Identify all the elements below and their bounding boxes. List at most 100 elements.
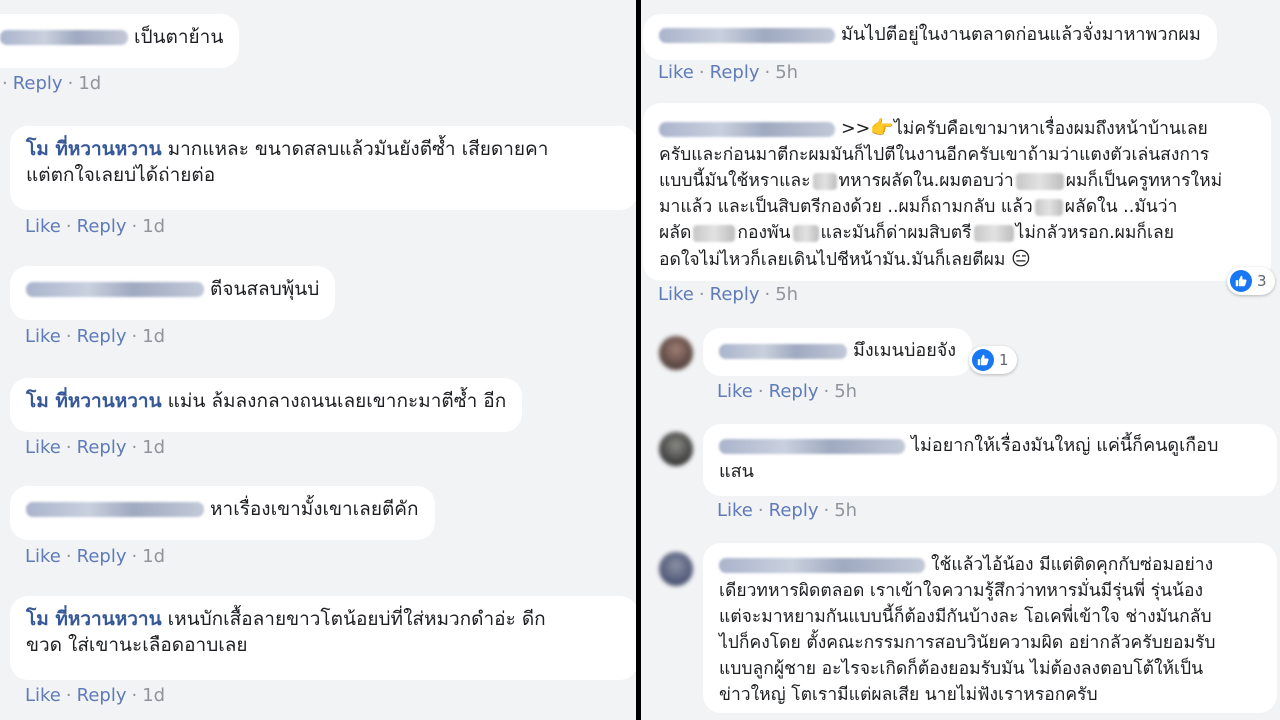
comment-text-line: และมันก็ด่าผมสิบตรี [820, 223, 972, 243]
avatar[interactable] [659, 552, 693, 586]
comment-text-line: มาแล้ว และเป็นสิบตรีกองด้วย ..ผมก็ถามกลั… [659, 197, 1033, 217]
comment-text: แม่น ล้มลงกลางถนนเลยเขากะมาตีซ้ำ อีก [167, 390, 507, 412]
like-link[interactable]: Like [717, 500, 753, 521]
thumbs-up-icon [972, 349, 994, 371]
reply-link[interactable]: Reply [77, 326, 127, 347]
censored-text [693, 224, 736, 242]
blurred-author-name[interactable] [659, 121, 835, 137]
blurred-author-name[interactable] [719, 438, 905, 454]
like-link[interactable]: Like [658, 284, 694, 305]
comment-text: มันไปตีอยู่ในงานตลาดก่อนแล้วจั่งมาหาพวกผ… [841, 24, 1201, 45]
comment-text-line: แต่ตกใจเลยบ่ได้ถ่ายต่อ [26, 164, 216, 186]
reaction-count[interactable]: 3 [1227, 267, 1275, 295]
comment-text: หาเรื่องเขามั้งเขาเลยตีคัก [210, 498, 419, 520]
comment-text-line: ผมก็เป็นครูทหารใหม่ [1065, 171, 1223, 191]
like-link[interactable]: Like [658, 62, 694, 83]
reply-link[interactable]: Reply [710, 62, 760, 83]
avatar[interactable] [659, 336, 693, 370]
pointing-hand-emoji: 👉 [870, 117, 894, 139]
comment-age[interactable]: 1d [142, 437, 165, 458]
like-link[interactable]: Like [717, 381, 753, 402]
censored-text [792, 224, 819, 242]
comment-text-line: แต่จะมาหยามกันแบบนี้ก็ต้องมีกันบ้างละ โอ… [719, 607, 1212, 627]
blurred-author-name[interactable] [26, 282, 204, 297]
comment-author[interactable]: โม ที่หวานหวาน [26, 608, 162, 630]
avatar[interactable] [659, 432, 693, 466]
comment-bubble: โม ที่หวานหวาน เหนบักเสื้อลายขาวโตน้อยบ่ท… [10, 596, 636, 680]
blurred-author-name[interactable] [0, 30, 128, 45]
comment-text-line: อดใจไม่ไหวก็เลยเดินไปชีหน้ามัน.มันก็เลยต… [659, 250, 1006, 270]
comment-author[interactable]: โม ที่หวานหวาน [26, 390, 162, 412]
comment-text-line: ข่าวใหญ่ โตเรามีแต่ผลเสีย นายไม่ฟังเราหร… [719, 685, 1098, 705]
comment-age[interactable]: 5h [834, 500, 857, 521]
comment-actions: Like · Reply · 1d [25, 546, 166, 567]
like-link[interactable]: Like [25, 326, 61, 347]
comment-bubble: ไม่อยากให้เรื่องมันใหญ่ แค่นี้ก็คนดูเกือ… [703, 424, 1277, 496]
comment-actions: Like · Reply · 1d [25, 685, 166, 706]
comment-actions: Like · Reply · 5h [658, 62, 799, 83]
comment-age[interactable]: 1d [142, 546, 165, 567]
comment-actions: Like · Reply · 5h [717, 500, 858, 521]
comment-age[interactable]: 1d [142, 685, 165, 706]
comment-text-line: เหนบักเสื้อลายขาวโตน้อยบ่ที่ใส่หมวกดำอ่ะ… [167, 608, 546, 630]
comment-text: เป็นตาย้าน [134, 26, 224, 48]
comment-bubble: มันไปตีอยู่ในงานตลาดก่อนแล้วจั่งมาหาพวกผ… [643, 14, 1217, 60]
comment-age[interactable]: 5h [775, 62, 798, 83]
comment-text-line: ผลัด [659, 223, 692, 243]
comment-actions: Like · Reply · 5h [717, 381, 858, 402]
comment-age[interactable]: 1d [142, 216, 165, 237]
left-comments-panel: เป็นตาย้าน · Reply · 1d โม ที่หวานหวาน มากแห… [0, 0, 636, 720]
reply-link[interactable]: Reply [77, 685, 127, 706]
right-comments-panel: มันไปตีอยู่ในงานตลาดก่อนแล้วจั่งมาหาพวกผ… [641, 0, 1280, 720]
comment-text-line: ไม่อยากให้เรื่องมันใหญ่ แค่นี้ก็คนดูเกือ… [911, 435, 1219, 456]
comment-text-line: เดียวทหารผิดตลอด เราเข้าใจความรู้สึกว่าท… [719, 581, 1204, 601]
censored-text [1015, 172, 1064, 190]
reply-link[interactable]: Reply [77, 216, 127, 237]
blurred-author-name[interactable] [659, 27, 835, 43]
censored-text [812, 172, 837, 190]
comment-age[interactable]: 5h [775, 284, 798, 305]
comment-actions: Like · Reply · 1d [25, 437, 166, 458]
comment-author[interactable]: โม ที่หวานหวาน [26, 138, 162, 160]
comment-text-line: ใช้แล้วไอ้น้อง มีแต่ติดคุกกับซ่อมอย่าง [931, 555, 1214, 575]
reply-link[interactable]: Reply [769, 500, 819, 521]
comment-text-line: มากแหละ ขนาดสลบแล้วมันยังตีซ้ำ เสียดายคา [167, 138, 549, 160]
comment-bubble: >>👉ไม่ครับคือเขามาหาเรื่องผมถึงหน้าบ้านเ… [643, 103, 1271, 281]
comment-text-line: >> [841, 119, 871, 139]
comment-age[interactable]: 5h [834, 381, 857, 402]
blurred-author-name[interactable] [719, 557, 925, 573]
reply-link[interactable]: Reply [13, 73, 63, 94]
blurred-author-name[interactable] [719, 343, 847, 359]
like-link[interactable]: Like [25, 437, 61, 458]
comment-text: ตีจนสลบพุ้นบ่ [210, 278, 320, 300]
reply-link[interactable]: Reply [77, 546, 127, 567]
comment-age[interactable]: 1d [142, 326, 165, 347]
comment-text-line: ขวด ใส่เขานะเลือดอาบเลย [26, 634, 248, 656]
comment-text-line: ไปก็คงโดย ตั้งคณะกรรมการสอบวินัยความผิด … [719, 633, 1216, 653]
censored-text [973, 224, 1014, 242]
comment-actions: Like · Reply · 5h [658, 284, 799, 305]
neutral-face-emoji: 😑 [1011, 248, 1031, 270]
comment-text-line: ครับและก่อนมาตีกะผมมันก็ไปตีในงานอีกครับ… [659, 145, 1210, 165]
reply-link[interactable]: Reply [769, 381, 819, 402]
blurred-author-name[interactable] [26, 502, 204, 517]
comment-text-line: แบบลูกผู้ชาย อะไรจะเกิดก็ต้องยอมรับมัน ไ… [719, 659, 1204, 679]
comment-actions: Like · Reply · 1d [25, 326, 166, 347]
reply-link[interactable]: Reply [77, 437, 127, 458]
like-link[interactable]: Like [25, 546, 61, 567]
comment-bubble: โม ที่หวานหวาน มากแหละ ขนาดสลบแล้วมันยังต… [10, 126, 636, 210]
comment-bubble: โม ที่หวานหวาน แม่น ล้มลงกลางถนนเลยเขากะม… [10, 378, 523, 432]
like-link[interactable]: Like [25, 685, 61, 706]
comment-bubble: เป็นตาย้าน [0, 14, 240, 68]
comment-actions: · Reply · 1d [2, 73, 102, 94]
comment-text-line: ผลัดใน ..มันว่า [1064, 197, 1178, 217]
reply-link[interactable]: Reply [710, 284, 760, 305]
comment-text-line: ทหารผลัดใน.ผมตอบว่า [838, 171, 1014, 191]
comment-text-line: แบบนี้มันใช้หราและ [659, 171, 811, 191]
censored-text [1034, 198, 1063, 216]
comment-bubble: ตีจนสลบพุ้นบ่ [10, 266, 336, 320]
like-link[interactable]: Like [25, 216, 61, 237]
comment-age[interactable]: 1d [78, 73, 101, 94]
reaction-count[interactable]: 1 [969, 346, 1017, 374]
comment-bubble: หาเรื่องเขามั้งเขาเลยตีคัก [10, 486, 435, 540]
